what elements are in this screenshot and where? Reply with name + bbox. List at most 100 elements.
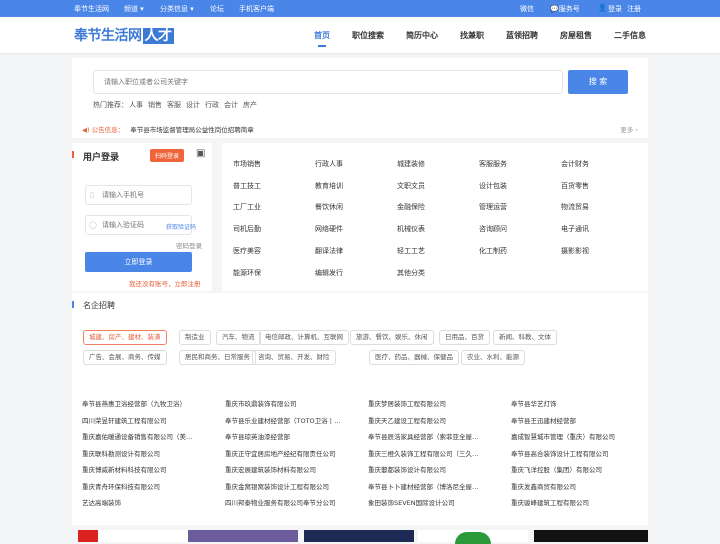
hot-keyword[interactable]: 会计 bbox=[224, 101, 238, 109]
hot-keyword[interactable]: 客服 bbox=[167, 101, 181, 109]
banner-ad[interactable] bbox=[188, 530, 298, 542]
category-link[interactable]: 化工制药 bbox=[479, 246, 507, 256]
nav-part-time[interactable]: 找兼职 bbox=[460, 30, 484, 41]
company-link[interactable]: 重庆宏展建筑装饰材料有限公司 bbox=[225, 464, 360, 474]
banner-ad[interactable] bbox=[304, 530, 414, 542]
phone-input[interactable] bbox=[85, 185, 192, 205]
nav-blue-collar[interactable]: 蓝领招聘 bbox=[506, 30, 538, 41]
category-link[interactable]: 百货零售 bbox=[561, 181, 589, 191]
hot-keyword[interactable]: 人事 bbox=[129, 101, 143, 109]
company-link[interactable]: 重庆发鑫商贸有限公司 bbox=[511, 481, 646, 491]
category-link[interactable]: 设计包装 bbox=[479, 181, 507, 191]
company-link[interactable]: 重庆嘉佑暖通设备销售有限公司（美… bbox=[82, 431, 217, 441]
company-link[interactable]: 奉节县王迅建材经营部 bbox=[511, 415, 646, 425]
search-button[interactable]: 搜 索 bbox=[568, 70, 628, 94]
login-submit-button[interactable]: 立即登录 bbox=[85, 252, 192, 272]
company-link[interactable]: 象田装饰SEVEN国际设计公司 bbox=[368, 497, 503, 507]
channel-menu[interactable]: 频道 ▾ bbox=[124, 4, 144, 14]
wechat-link[interactable]: 微信 bbox=[520, 4, 534, 14]
banner-ad[interactable] bbox=[534, 530, 648, 542]
category-link[interactable]: 市场销售 bbox=[233, 159, 261, 169]
hot-keyword[interactable]: 设计 bbox=[186, 101, 200, 109]
banner-ad[interactable] bbox=[418, 530, 528, 544]
category-link[interactable]: 城建装修 bbox=[397, 159, 425, 169]
company-link[interactable]: 奉节县辰浩家具经营部（索菲亚全屋… bbox=[368, 431, 503, 441]
nav-home[interactable]: 首页 bbox=[314, 30, 330, 47]
category-link[interactable]: 翻译法律 bbox=[315, 246, 343, 256]
scan-login-button[interactable]: 扫码登录 bbox=[150, 149, 185, 162]
hot-keyword[interactable]: 行政 bbox=[205, 101, 219, 109]
qrcode-icon[interactable]: ▣ bbox=[196, 149, 205, 159]
company-link[interactable]: 嘉成智慧城市管理（重庆）有限公司 bbox=[511, 431, 646, 441]
get-code-link[interactable]: 获取验证码 bbox=[166, 222, 196, 231]
service-link[interactable]: 💬服务号 bbox=[550, 4, 580, 14]
industry-tag[interactable]: 咨询、贸易、开发、财险 bbox=[252, 350, 336, 365]
category-link[interactable]: 餐饮休闲 bbox=[315, 202, 343, 212]
mobile-link[interactable]: 手机客户端 bbox=[239, 4, 274, 14]
login-link[interactable]: 登录 bbox=[608, 4, 622, 14]
company-link[interactable]: 奉节县琼英油漆经营部 bbox=[225, 431, 360, 441]
search-input[interactable] bbox=[93, 70, 563, 94]
industry-tag[interactable]: 电信邮政、计算机、互联网 bbox=[259, 330, 349, 345]
category-link[interactable]: 轻工工艺 bbox=[397, 246, 425, 256]
company-link[interactable]: 重庆蘡都装饰设计有限公司 bbox=[368, 464, 503, 474]
site-link[interactable]: 奉节生活网 bbox=[74, 4, 109, 14]
company-link[interactable]: 奉节县燕惠卫浴经营部（九牧卫浴） bbox=[82, 398, 217, 408]
company-link[interactable]: 重庆博威新材料科技有限公司 bbox=[82, 464, 217, 474]
category-link[interactable]: 普工技工 bbox=[233, 181, 261, 191]
company-link[interactable]: 奉节县乐业建材经营部（TOTO卫浴丨… bbox=[225, 415, 360, 425]
category-link[interactable]: 编辑发行 bbox=[315, 268, 343, 278]
category-link[interactable]: 医疗美容 bbox=[233, 246, 261, 256]
category-link[interactable]: 管理运营 bbox=[479, 202, 507, 212]
company-link[interactable]: 重庆梦居装饰工程有限公司 bbox=[368, 398, 503, 408]
forum-link[interactable]: 论坛 bbox=[210, 4, 224, 14]
industry-tag[interactable]: 医疗、药品、器械、保健品 bbox=[369, 350, 459, 365]
company-link[interactable]: 重庆市玖鼎装饰有限公司 bbox=[225, 398, 360, 408]
category-link[interactable]: 行政人事 bbox=[315, 159, 343, 169]
hot-keyword[interactable]: 销售 bbox=[148, 101, 162, 109]
company-link[interactable]: 重庆飞洋控股（集团）有限公司 bbox=[511, 464, 646, 474]
industry-tag[interactable]: 居民和商务、日常服务 bbox=[179, 350, 256, 365]
nav-housing[interactable]: 房屋租售 bbox=[560, 30, 592, 41]
password-login-link[interactable]: 密码登录 bbox=[176, 240, 202, 250]
company-link[interactable]: 奉节县华艺灯饰 bbox=[511, 398, 646, 408]
industry-tag[interactable]: 广告、会展、商务、传媒 bbox=[83, 350, 167, 365]
banner-ad[interactable] bbox=[78, 530, 188, 542]
nav-second-hand[interactable]: 二手信息 bbox=[614, 30, 646, 41]
logo[interactable]: 奉节生活网 人才 bbox=[74, 25, 174, 45]
company-link[interactable]: 重庆金窝银窝装饰设计工程有限公司 bbox=[225, 481, 360, 491]
category-link[interactable]: 咨询顾问 bbox=[479, 224, 507, 234]
classified-menu[interactable]: 分类信息 ▾ bbox=[160, 4, 194, 14]
industry-tag[interactable]: 新闻、科教、文体 bbox=[493, 330, 557, 345]
company-link[interactable]: 奉节县卜卜建材经营部（博洛尼全屋… bbox=[368, 481, 503, 491]
category-link[interactable]: 其他分类 bbox=[397, 268, 425, 278]
company-link[interactable]: 四川邦泰物业服务有限公司奉节分公司 bbox=[225, 497, 360, 507]
company-link[interactable]: 重庆青舟环保科技有限公司 bbox=[82, 481, 217, 491]
category-link[interactable]: 摄影影视 bbox=[561, 246, 589, 256]
company-link[interactable]: 重庆天乙建设工程有限公司 bbox=[368, 415, 503, 425]
category-link[interactable]: 网络硬件 bbox=[315, 224, 343, 234]
category-link[interactable]: 物流贸易 bbox=[561, 202, 589, 212]
industry-tag[interactable]: 城建、房产、建材、装潢 bbox=[83, 330, 167, 345]
register-link[interactable]: 我还没有账号，立即注册 bbox=[129, 278, 201, 288]
register-link[interactable]: 注册 bbox=[627, 4, 641, 14]
industry-tag[interactable]: 制造业 bbox=[179, 330, 211, 345]
company-link[interactable]: 重庆骏峰建筑工程有限公司 bbox=[511, 497, 646, 507]
company-link[interactable]: 重庆联科勘测设计有限公司 bbox=[82, 448, 217, 458]
nav-resume[interactable]: 简历中心 bbox=[406, 30, 438, 41]
category-link[interactable]: 教育培训 bbox=[315, 181, 343, 191]
company-link[interactable]: 艺达高端装饰 bbox=[82, 497, 217, 507]
notice-text[interactable]: 奉节县市场监督管理局公益性岗位招聘简章 bbox=[130, 126, 254, 134]
industry-tag[interactable]: 汽车、物流 bbox=[216, 330, 261, 345]
industry-tag[interactable]: 日用品、百货 bbox=[439, 330, 490, 345]
category-link[interactable]: 会计财务 bbox=[561, 159, 589, 169]
category-link[interactable]: 司机后勤 bbox=[233, 224, 261, 234]
category-link[interactable]: 金融保险 bbox=[397, 202, 425, 212]
category-link[interactable]: 工厂工业 bbox=[233, 202, 261, 212]
industry-tag[interactable]: 旅游、餐饮、娱乐、休闲 bbox=[350, 330, 434, 345]
nav-job-search[interactable]: 职位搜索 bbox=[352, 30, 384, 41]
company-link[interactable]: 四川荣昱轩建筑工程有限公司 bbox=[82, 415, 217, 425]
category-link[interactable]: 客服服务 bbox=[479, 159, 507, 169]
notice-more-link[interactable]: 更多 › bbox=[620, 124, 638, 134]
company-link[interactable]: 奉节县高合装饰设计工程有限公司 bbox=[511, 448, 646, 458]
